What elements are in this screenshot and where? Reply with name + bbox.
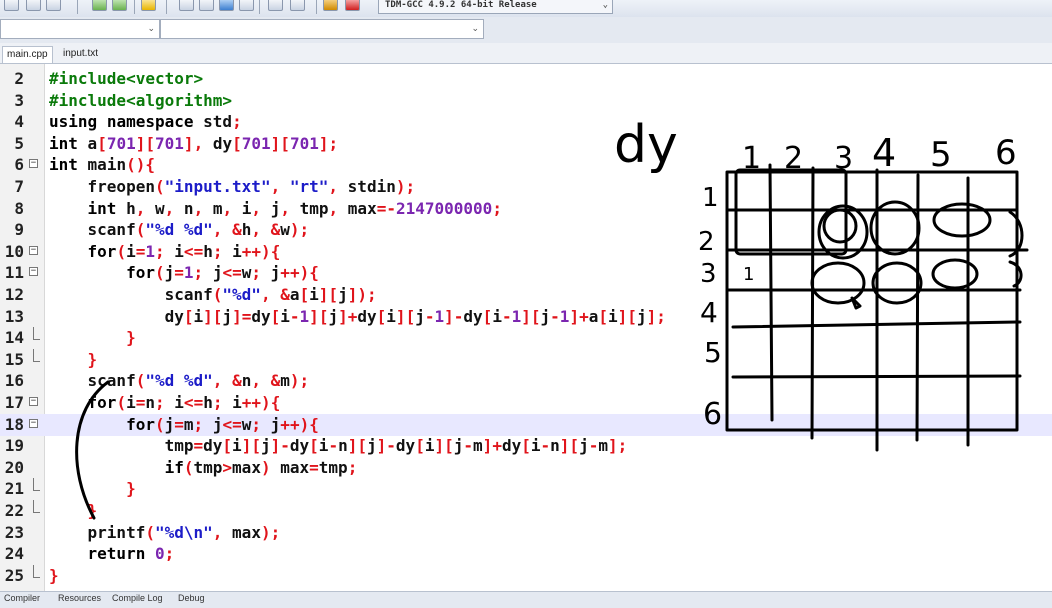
save-icon[interactable] [26, 0, 41, 11]
tab-label: input.txt [63, 48, 99, 59]
code-text: for(i=n; i<=h; i++){ [87, 393, 281, 412]
member-combo[interactable]: ⌄ [160, 19, 484, 39]
line-number: 19 [4, 436, 24, 456]
line-number: 17 [4, 393, 24, 412]
code-text: #include<algorithm> [49, 90, 233, 110]
find-icon[interactable] [4, 0, 19, 11]
fold-toggle-icon[interactable]: − [29, 397, 38, 406]
editor-tabs: main.cpp input.txt [0, 43, 1052, 64]
compiler-select[interactable]: TDM-GCC 4.9.2 64-bit Release ⌄ [378, 0, 613, 14]
toolbar: TDM-GCC 4.9.2 64-bit Release ⌄ [0, 0, 1052, 18]
compiler-select-value: TDM-GCC 4.9.2 64-bit Release [385, 0, 537, 10]
line-number: 23 [4, 522, 24, 542]
code-text: freopen("input.txt", "rt", stdin); [87, 177, 416, 196]
toolbar-separator [259, 0, 260, 14]
fold-end-icon [33, 500, 40, 513]
line-number: 3 [14, 90, 24, 110]
line-number: 16 [4, 371, 24, 391]
line-number: 22 [4, 501, 24, 520]
toolbar-separator [166, 0, 167, 14]
code-text: printf("%d\n", max); [87, 522, 281, 542]
line-number: 25 [4, 565, 24, 585]
code-text: using namespace std; [49, 112, 242, 132]
compile-icon[interactable] [92, 0, 107, 11]
line-number: 24 [4, 544, 24, 564]
line-number: 12 [4, 285, 24, 304]
chevron-down-icon: ⌄ [471, 23, 479, 33]
code-editor[interactable]: 2 #include<vector> 3 #include<algorithm> 4 us… [0, 64, 1052, 591]
chart-icon[interactable] [219, 0, 234, 11]
fold-toggle-icon[interactable]: − [29, 267, 38, 277]
class-browser-bar: ⌄ ⌄ [0, 17, 1052, 44]
code-text: int main(){ [49, 155, 155, 175]
status-debug[interactable]: Debug [178, 593, 205, 603]
code-text: scanf("%d", &a[i][j]); [164, 285, 377, 304]
tab-main-cpp[interactable]: main.cpp [2, 46, 53, 63]
check-icon[interactable] [268, 0, 283, 11]
profile-icon[interactable] [323, 0, 338, 11]
status-bar: Compiler Resources Compile Log Debug [0, 591, 1052, 608]
fold-end-icon [33, 478, 40, 492]
toolbar-separator [77, 0, 78, 14]
status-resources[interactable]: Resources [58, 593, 101, 603]
line-number: 20 [4, 457, 24, 477]
code-text: } [87, 501, 98, 520]
code-text: #include<vector> [49, 69, 204, 88]
toolbar-separator [134, 0, 135, 14]
save-all-icon[interactable] [46, 0, 61, 11]
line-number: 21 [4, 479, 24, 499]
code-text: int a[701][701], dy[701][701]; [49, 133, 339, 153]
toolbar-separator [316, 0, 317, 14]
status-compile-log[interactable]: Compile Log [112, 593, 163, 603]
line-number: 15 [4, 349, 24, 369]
code-text: tmp=dy[i][j]-dy[i-n][j]-dy[i][j-m]+dy[i-… [164, 436, 628, 456]
fold-toggle-icon[interactable]: − [29, 159, 38, 169]
code-text: } [87, 349, 98, 369]
debug-icon[interactable] [141, 0, 156, 11]
stop-icon[interactable] [345, 0, 360, 11]
code-text: for(j=m; j<=w; j++){ [126, 414, 319, 434]
line-number: 14 [4, 328, 24, 348]
chevron-down-icon: ⌄ [147, 23, 155, 33]
line-number: 6 [14, 155, 24, 175]
run-icon[interactable] [112, 0, 127, 11]
code-text: return 0; [87, 544, 175, 564]
chevron-down-icon: ⌄ [602, 0, 608, 10]
code-text: if(tmp>max) max=tmp; [164, 457, 358, 477]
fold-toggle-icon[interactable]: − [29, 245, 38, 255]
tab-label: main.cpp [7, 49, 48, 60]
line-number: 9 [14, 220, 24, 240]
code-text: scanf("%d %d", &n, &m); [87, 371, 310, 391]
code-text: int h, w, n, m, i, j, tmp, max=-21470000… [87, 198, 502, 218]
line-number: 11 [4, 263, 24, 283]
code-text: } [126, 328, 136, 348]
window-icon[interactable] [199, 0, 214, 11]
fold-end-icon [33, 348, 40, 362]
code-text: } [126, 479, 136, 499]
fold-end-icon [33, 327, 40, 341]
fold-toggle-icon[interactable]: − [29, 418, 38, 428]
class-combo[interactable]: ⌄ [0, 19, 160, 39]
line-number: 7 [14, 177, 24, 196]
code-text: dy[i][j]=dy[i-1][j]+dy[i][j-1]-dy[i-1][j… [164, 306, 666, 326]
code-text: for(j=1; j<=w; j++){ [126, 263, 319, 283]
code-text: scanf("%d %d", &h, &w); [87, 220, 310, 240]
tab-input-txt[interactable]: input.txt [59, 46, 102, 63]
line-number: 13 [4, 306, 24, 326]
code-text: for(i=1; i<=h; i++){ [87, 241, 281, 261]
close-icon[interactable] [290, 0, 305, 11]
line-number: 18 [4, 414, 24, 434]
line-number: 4 [14, 112, 24, 132]
line-number: 2 [14, 69, 24, 88]
line-number: 8 [14, 198, 24, 218]
layout-icon[interactable] [239, 0, 254, 11]
line-number: 5 [14, 133, 24, 153]
grid-icon[interactable] [179, 0, 194, 11]
fold-end-icon [33, 564, 40, 578]
status-compiler[interactable]: Compiler [4, 593, 40, 603]
code-text: } [49, 565, 59, 585]
line-number: 10 [4, 241, 24, 261]
